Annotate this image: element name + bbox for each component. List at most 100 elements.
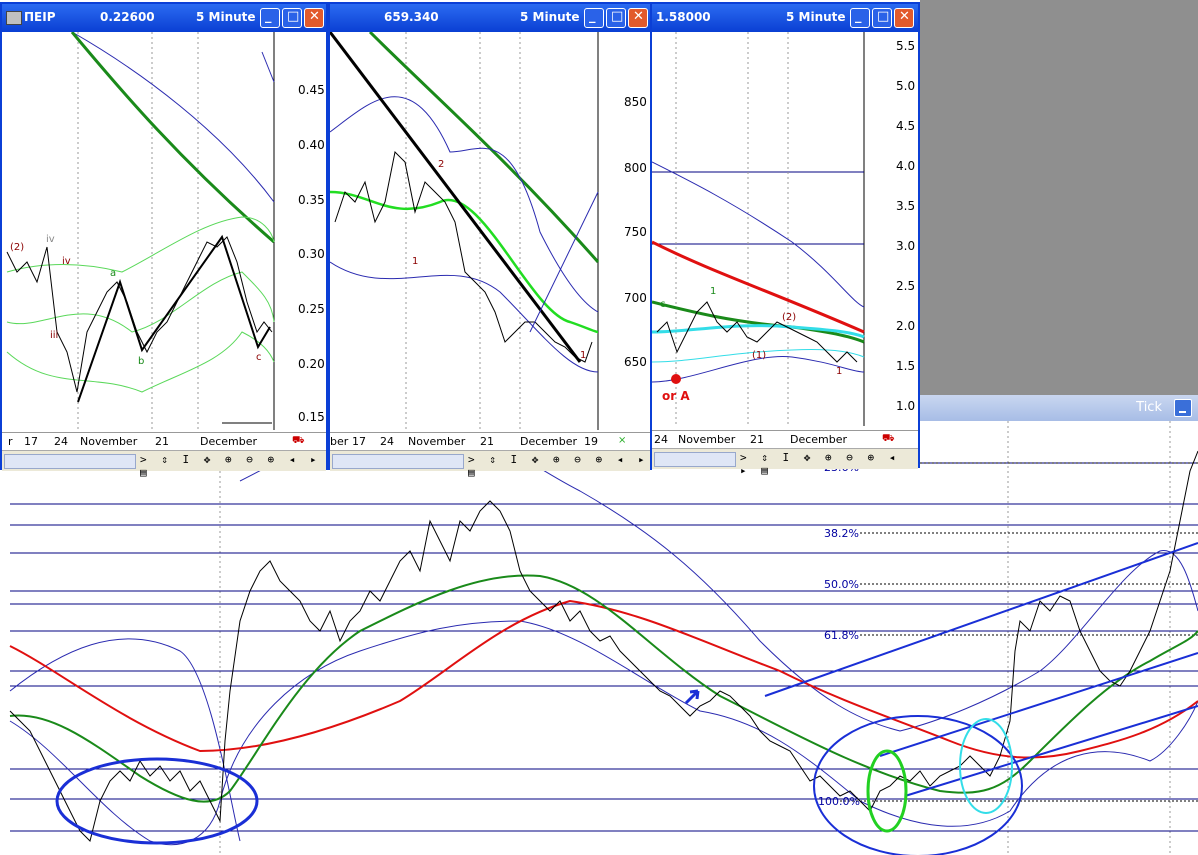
horizontal-scrollbar[interactable] — [654, 452, 736, 467]
chart-window-3[interactable]: 1.58000 5 Minute _ □ ✕ 5.5 5.0 4.5 4.0 3… — [650, 2, 920, 477]
date-label: 19 — [584, 435, 598, 448]
date-label: December — [200, 435, 258, 448]
background-window-title: Tick — [1136, 400, 1162, 415]
price-line — [9, 450, 1198, 842]
window-1-interval: 5 Minute — [196, 10, 256, 24]
close-button[interactable]: ✕ — [628, 8, 648, 28]
chart-settings-icon[interactable]: ⨯ — [618, 435, 634, 447]
blue-ellipse-left — [55, 757, 259, 845]
y-tick: 0.30 — [298, 247, 325, 261]
close-icon: ✕ — [899, 9, 910, 24]
close-icon: ✕ — [633, 9, 644, 24]
chart-settings-icon[interactable]: ⛟ — [292, 435, 308, 447]
desktop-background — [920, 0, 1198, 395]
date-label: 17 — [352, 435, 366, 448]
chart-window-2[interactable]: 659.340 5 Minute _ □ ✕ 850 800 750 700 6… — [328, 2, 652, 479]
wave-label: 1 — [580, 350, 586, 361]
wave-annotation: or A — [662, 389, 690, 403]
chart-tool-icons[interactable]: > ⇕ I ✥ ⊕ ⊖ ⊕ ◂ ▸ ▤ — [740, 451, 918, 477]
date-label: r — [8, 435, 13, 448]
window-3-titlebar[interactable]: 1.58000 5 Minute _ □ ✕ — [652, 4, 918, 32]
chart-app-icon — [6, 11, 22, 25]
date-label: November — [678, 433, 736, 446]
y-tick: 2.5 — [896, 279, 915, 293]
window-3-price: 1.58000 — [656, 10, 711, 24]
close-button[interactable]: ✕ — [894, 8, 914, 28]
minimize-icon: _ — [589, 9, 596, 24]
y-tick: 2.0 — [896, 319, 915, 333]
y-tick: 4.0 — [896, 159, 915, 173]
y-tick: 0.25 — [298, 302, 325, 316]
window-1-titlebar[interactable]: ΠΕΙΡ 0.22600 5 Minute _ □ ✕ — [2, 4, 326, 32]
window-3-date-axis: 24 November 21 December ⛟ — [652, 430, 918, 449]
y-tick: 700 — [624, 291, 647, 305]
wave-label: a — [110, 268, 116, 279]
maximize-icon: □ — [611, 9, 624, 24]
chart-tool-icons[interactable]: > ⇕ I ✥ ⊕ ⊖ ⊕ ◂ ▸ ▤ — [468, 453, 650, 479]
window-3-interval: 5 Minute — [786, 10, 846, 24]
minimize-button[interactable]: _ — [584, 8, 604, 28]
maximize-icon: □ — [877, 9, 890, 24]
chart-settings-icon[interactable]: ⛟ — [882, 433, 898, 445]
y-tick: 3.0 — [896, 239, 915, 253]
date-label: 24 — [380, 435, 394, 448]
y-tick: 4.5 — [896, 119, 915, 133]
close-icon: ✕ — [309, 9, 320, 24]
window-3-toolbar[interactable]: > ⇕ I ✥ ⊕ ⊖ ⊕ ◂ ▸ ▤ — [652, 448, 918, 477]
y-tick: 3.5 — [896, 199, 915, 213]
wave-label: iv — [62, 256, 71, 267]
wave-label: (2) — [782, 312, 796, 323]
minimize-button[interactable]: _ — [850, 8, 870, 28]
minimize-icon: _ — [265, 9, 272, 24]
window-1-toolbar[interactable]: > ⇕ I ✥ ⊕ ⊖ ⊕ ◂ ▸ ▤ — [2, 450, 326, 479]
y-tick: 750 — [624, 225, 647, 239]
y-tick: 0.20 — [298, 357, 325, 371]
y-tick: 800 — [624, 161, 647, 175]
green-moving-average — [9, 574, 1198, 803]
chart-window-1[interactable]: ΠΕΙΡ 0.22600 5 Minute _ □ ✕ 0.45 0.40 0.… — [0, 2, 328, 479]
date-label: 24 — [54, 435, 68, 448]
date-label: November — [80, 435, 138, 448]
window-1-chart[interactable]: 0.45 0.40 0.35 0.30 0.25 0.20 0.15 (2) i… — [2, 32, 326, 430]
y-tick: 0.35 — [298, 193, 325, 207]
y-tick: 1.5 — [896, 359, 915, 373]
window-3-chart[interactable]: 5.5 5.0 4.5 4.0 3.5 3.0 2.5 2.0 1.5 1.0 … — [652, 32, 918, 426]
wave-label: c — [256, 352, 262, 363]
blue-arrow-icon — [684, 689, 700, 705]
y-tick: 5.5 — [896, 39, 915, 53]
minimize-button[interactable]: _ — [260, 8, 280, 28]
window-1-price: 0.22600 — [100, 10, 155, 24]
window-1-symbol: ΠΕΙΡ — [24, 10, 56, 24]
maximize-button[interactable]: □ — [606, 8, 626, 28]
window-2-chart[interactable]: 850 800 750 700 650 1 2 1 — [330, 32, 650, 430]
window-2-interval: 5 Minute — [520, 10, 580, 24]
wave-label: 1 — [412, 256, 418, 267]
maximize-button[interactable]: □ — [282, 8, 302, 28]
date-label: December — [520, 435, 578, 448]
wave-label: 1 — [836, 366, 842, 377]
y-tick: 0.15 — [298, 410, 325, 424]
chart-tool-icons[interactable]: > ⇕ I ✥ ⊕ ⊖ ⊕ ◂ ▸ ▤ — [140, 453, 326, 479]
date-label: 17 — [24, 435, 38, 448]
maximize-button[interactable]: □ — [872, 8, 892, 28]
wave-label: 2 — [438, 159, 444, 170]
date-label: 24 — [654, 433, 668, 446]
date-label: December — [790, 433, 848, 446]
channel-middle-line — [879, 652, 1198, 757]
date-label: November — [408, 435, 466, 448]
lower-bollinger-band — [9, 620, 1198, 846]
wave-label: (2) — [10, 242, 24, 253]
background-price-chart[interactable]: 23.6% 38.2% 50.0% 61.8% 100.0% — [0, 421, 1198, 855]
date-label: ber — [330, 435, 349, 448]
horizontal-scrollbar[interactable] — [332, 454, 464, 469]
window-2-titlebar[interactable]: 659.340 5 Minute _ □ ✕ — [330, 4, 650, 32]
date-label: 21 — [155, 435, 169, 448]
y-tick: 5.0 — [896, 79, 915, 93]
minimize-icon[interactable] — [1174, 399, 1192, 417]
horizontal-scrollbar[interactable] — [4, 454, 136, 469]
fib-label-382: 38.2% — [824, 527, 859, 540]
y-tick: 1.0 — [896, 399, 915, 413]
fib-label-500: 50.0% — [824, 578, 859, 591]
close-button[interactable]: ✕ — [304, 8, 324, 28]
window-2-toolbar[interactable]: > ⇕ I ✥ ⊕ ⊖ ⊕ ◂ ▸ ▤ — [330, 450, 650, 479]
